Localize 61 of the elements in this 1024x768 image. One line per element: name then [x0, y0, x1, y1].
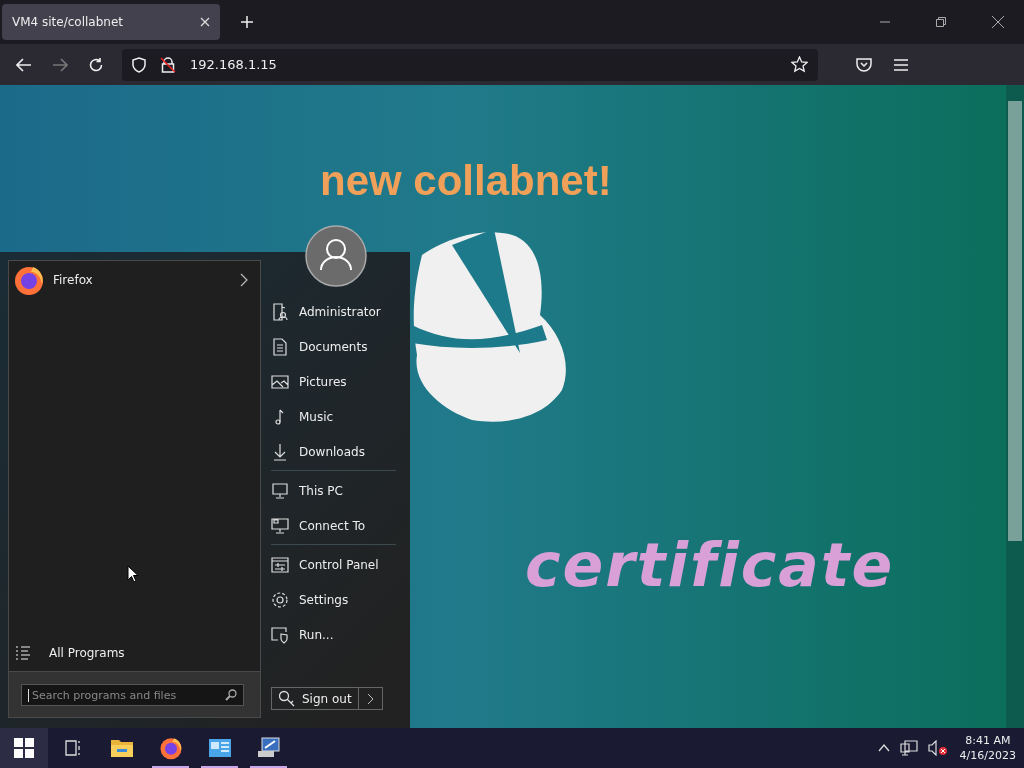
computer-icon	[256, 737, 281, 759]
start-menu-item[interactable]: This PC	[271, 473, 396, 508]
new-tab-icon[interactable]	[240, 15, 254, 29]
start-menu-item[interactable]: Run...	[271, 617, 396, 652]
certificate-title: certificate	[525, 530, 895, 600]
control-panel-icon	[271, 555, 289, 574]
pocket-icon[interactable]	[856, 57, 872, 72]
running-indicator	[201, 766, 238, 768]
firefox-icon	[158, 736, 183, 760]
insecure-lock-icon	[160, 56, 176, 73]
control-panel-icon	[207, 738, 232, 758]
sign-out-button[interactable]: Sign out	[271, 687, 359, 710]
windows-logo-icon	[14, 738, 34, 758]
start-menu-item[interactable]: Connect To	[271, 508, 396, 543]
start-menu-item[interactable]: Music	[271, 399, 396, 434]
network-icon	[271, 516, 289, 535]
browser-tab[interactable]: VM4 site/collabnet	[2, 4, 220, 40]
folder-icon	[109, 738, 134, 758]
start-menu-item[interactable]: Downloads	[271, 434, 396, 469]
close-icon[interactable]	[992, 16, 1004, 28]
back-arrow-icon[interactable]	[16, 57, 32, 72]
chevron-right-icon	[366, 692, 374, 705]
reload-icon[interactable]	[88, 56, 104, 73]
search-icon	[225, 689, 237, 701]
firefox-icon	[13, 264, 45, 296]
network-icon[interactable]	[899, 740, 918, 756]
clock[interactable]: 8:41 AM 4/16/2023	[957, 733, 1024, 763]
shutdown-options-button[interactable]	[358, 687, 383, 710]
all-programs-item[interactable]: All Programs	[9, 645, 260, 671]
document-icon	[271, 337, 289, 356]
download-arrow-icon	[271, 442, 289, 461]
run-icon	[271, 625, 289, 644]
start-menu-item[interactable]: Documents	[271, 329, 396, 364]
shield-icon	[132, 56, 146, 73]
scrollbar[interactable]	[1006, 85, 1024, 728]
page-heading: new collabnet!	[320, 157, 612, 205]
running-indicator	[152, 766, 189, 768]
mouse-cursor-icon	[127, 565, 139, 583]
key-icon	[278, 689, 296, 708]
menu-icon[interactable]	[894, 58, 908, 71]
start-menu-item[interactable]: Control Panel	[271, 547, 396, 582]
settings-icon	[271, 590, 289, 609]
address-bar[interactable]: 192.168.1.15	[122, 48, 818, 81]
search-field[interactable]: Search programs and files	[21, 684, 244, 706]
list-icon	[15, 645, 31, 661]
running-indicator	[250, 766, 287, 768]
start-menu-item[interactable]: Settings	[271, 582, 396, 617]
chevron-right-icon[interactable]	[240, 273, 248, 287]
chevron-up-icon[interactable]	[877, 744, 890, 752]
volume-icon[interactable]	[927, 740, 948, 756]
user-avatar[interactable]	[305, 225, 367, 287]
start-menu-item[interactable]: Administrator	[271, 294, 396, 329]
computer-icon	[271, 481, 289, 500]
program-item[interactable]: Firefox	[9, 261, 260, 299]
picture-icon	[271, 372, 289, 391]
user-folder-icon	[271, 302, 289, 321]
start-button[interactable]	[0, 728, 48, 768]
star-icon[interactable]	[791, 56, 808, 73]
task-view-icon	[63, 740, 82, 756]
restore-icon[interactable]	[936, 17, 946, 27]
start-menu-item[interactable]: Pictures	[271, 364, 396, 399]
